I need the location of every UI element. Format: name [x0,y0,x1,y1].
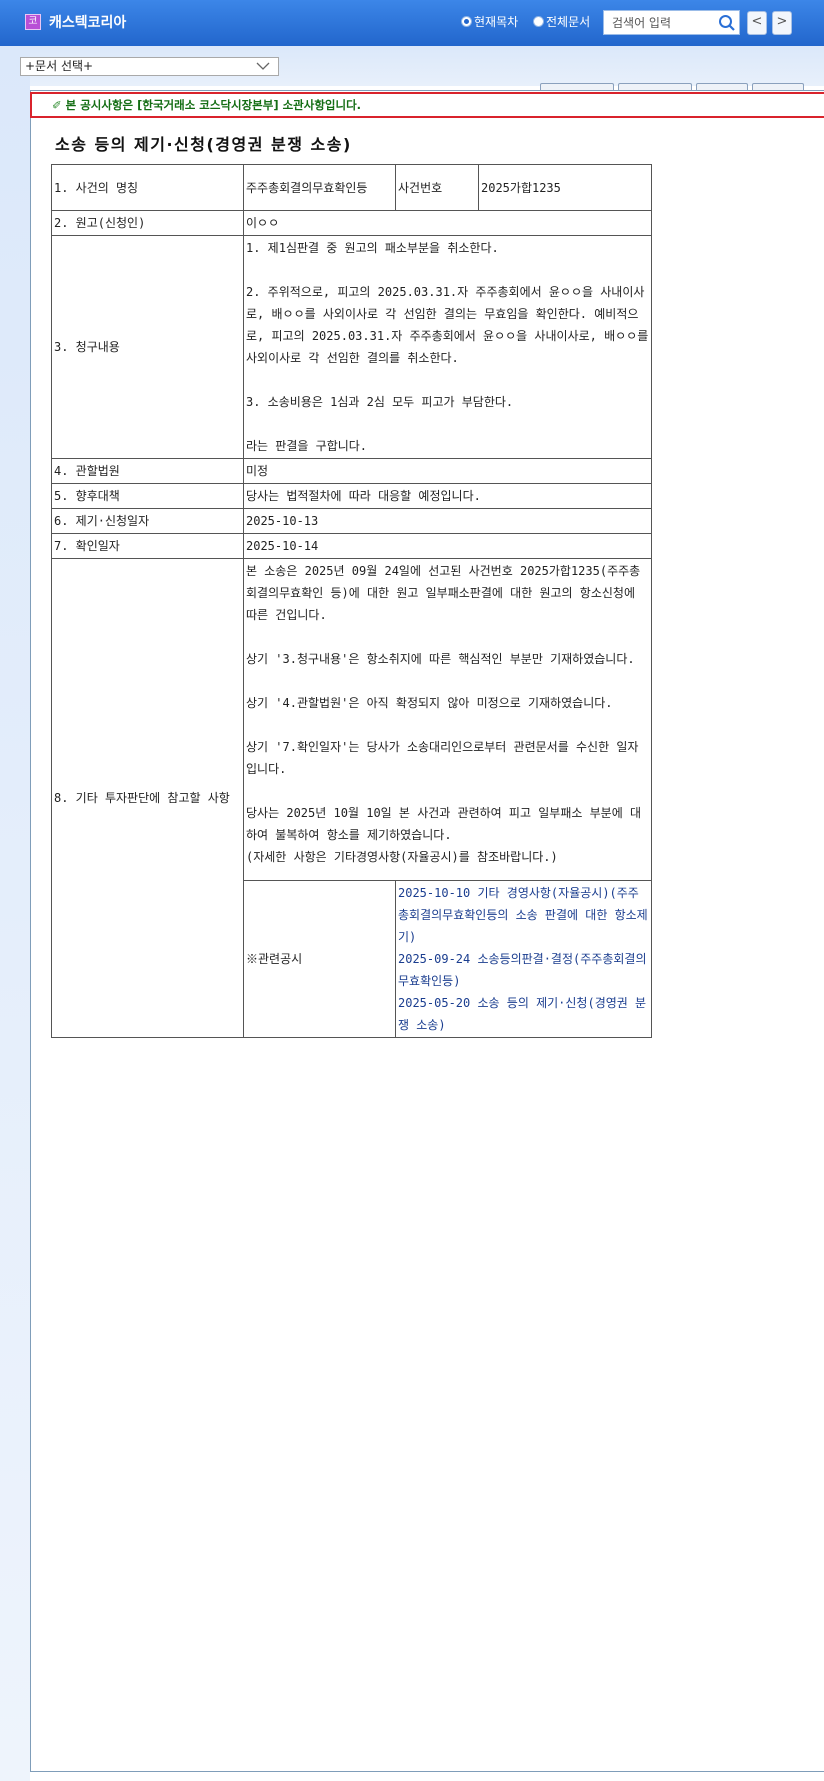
plan-label: 5. 향후대책 [51,483,244,509]
page-title: 소송 등의 제기·신청(경영권 분쟁 소송) [55,135,352,154]
search-input[interactable] [610,13,714,33]
other-info-content: 본 소송은 2025년 09월 24일에 선고된 사건번호 2025가합1235… [243,558,652,881]
prev-result-button[interactable]: < [747,11,767,35]
related-disclosures-label: ※관련공시 [243,880,396,1038]
scope-current-label: 현재목차 [474,15,519,29]
table-row: 8. 기타 투자판단에 참고할 사항 본 소송은 2025년 09월 24일에 … [51,558,652,1038]
table-row: 5. 향후대책 당사는 법적절차에 따라 대응할 예정입니다. [51,483,652,509]
claim-line: 1. 제1심판결 중 원고의 패소부분을 취소한다. [246,241,499,255]
scope-current-radio[interactable]: 현재목차 [461,13,518,30]
claim-content: 1. 제1심판결 중 원고의 패소부분을 취소한다. 2. 주위적으로, 피고의… [243,235,652,459]
scope-all-label: 전체문서 [546,15,591,29]
case-number-value: 2025가합1235 [478,164,652,211]
table-row: 3. 청구내용 1. 제1심판결 중 원고의 패소부분을 취소한다. 2. 주위… [51,235,652,459]
case-number-label: 사건번호 [395,164,479,211]
table-row: 1. 사건의 명칭 주주총회결의무효확인등 사건번호 2025가합1235 [51,164,652,211]
note-line: 상기 '7.확인일자'는 당사가 소송대리인으로부터 관련문서를 수신한 일자입… [246,740,639,776]
radio-unchecked-icon [533,16,544,27]
claim-line: 3. 소송비용은 1심과 2심 모두 피고가 부담한다. [246,395,514,409]
left-panel [0,46,30,1781]
case-name-value: 주주총회결의무효확인등 [243,164,396,211]
table-row: 7. 확인일자 2025-10-14 [51,533,652,559]
claim-line: 라는 판결을 구합니다. [246,439,368,453]
chevron-down-icon [256,62,270,70]
next-result-button[interactable]: > [772,11,792,35]
court-label: 4. 관할법원 [51,458,244,484]
related-disclosures-list: 2025-10-10 기타 경영사항(자율공시)(주주총회결의무효확인등의 소송… [395,880,652,1038]
related-disclosure-link[interactable]: 2025-09-24 소송등의판결·결정(주주총회결의무효확인등) [398,948,649,992]
note-line: 본 소송은 2025년 09월 24일에 선고된 사건번호 2025가합1235… [246,564,641,622]
pen-icon: ✐ [52,98,62,112]
claim-label: 3. 청구내용 [51,235,244,459]
jurisdiction-notice: ✐ 본 공시사항은 [한국거래소 코스닥시장본부] 소관사항입니다. [30,92,824,118]
notice-text: 본 공시사항은 [한국거래소 코스닥시장본부] 소관사항입니다. [65,98,362,112]
table-row: 6. 제기·신청일자 2025-10-13 [51,508,652,534]
company-logo-icon: 코 [25,14,41,30]
search-box [603,10,740,35]
plaintiff-label: 2. 원고(신청인) [51,210,244,236]
related-disclosure-link[interactable]: 2025-10-10 기타 경영사항(자율공시)(주주총회결의무효확인등의 소송… [398,882,649,948]
plaintiff-value: 이ㅇㅇ [243,210,652,236]
document-select[interactable]: +문서 선택+ [20,57,279,76]
document-select-value: +문서 선택+ [25,59,94,73]
case-name-label: 1. 사건의 명칭 [51,164,244,211]
table-row: 2. 원고(신청인) 이ㅇㅇ [51,210,652,236]
court-value: 미정 [243,458,652,484]
plan-value: 당사는 법적절차에 따라 대응할 예정입니다. [243,483,652,509]
related-disclosure-link[interactable]: 2025-05-20 소송 등의 제기·신청(경영권 분쟁 소송) [398,992,649,1036]
note-line: 상기 '4.관할법원'은 아직 확정되지 않아 미정으로 기재하였습니다. [246,696,613,710]
table-row: 4. 관할법원 미정 [51,458,652,484]
confirm-date-value: 2025-10-14 [243,533,652,559]
radio-checked-icon [461,16,472,27]
filing-date-value: 2025-10-13 [243,508,652,534]
claim-line: 2. 주위적으로, 피고의 2025.03.31.자 주주총회에서 윤ㅇㅇ을 사… [246,285,649,365]
note-line: 당사는 2025년 10월 10일 본 사건과 관련하여 피고 일부패소 부분에… [246,806,642,864]
scope-all-radio[interactable]: 전체문서 [533,13,590,30]
other-info-label: 8. 기타 투자판단에 참고할 사항 [51,558,244,1038]
company-name: 캐스텍코리아 [49,15,127,31]
filing-date-label: 6. 제기·신청일자 [51,508,244,534]
disclosure-table: 1. 사건의 명칭 주주총회결의무효확인등 사건번호 2025가합1235 2.… [51,164,652,1038]
search-icon[interactable] [718,14,736,32]
note-line: 상기 '3.청구내용'은 항소취지에 따른 핵심적인 부분만 기재하였습니다. [246,652,635,666]
confirm-date-label: 7. 확인일자 [51,533,244,559]
